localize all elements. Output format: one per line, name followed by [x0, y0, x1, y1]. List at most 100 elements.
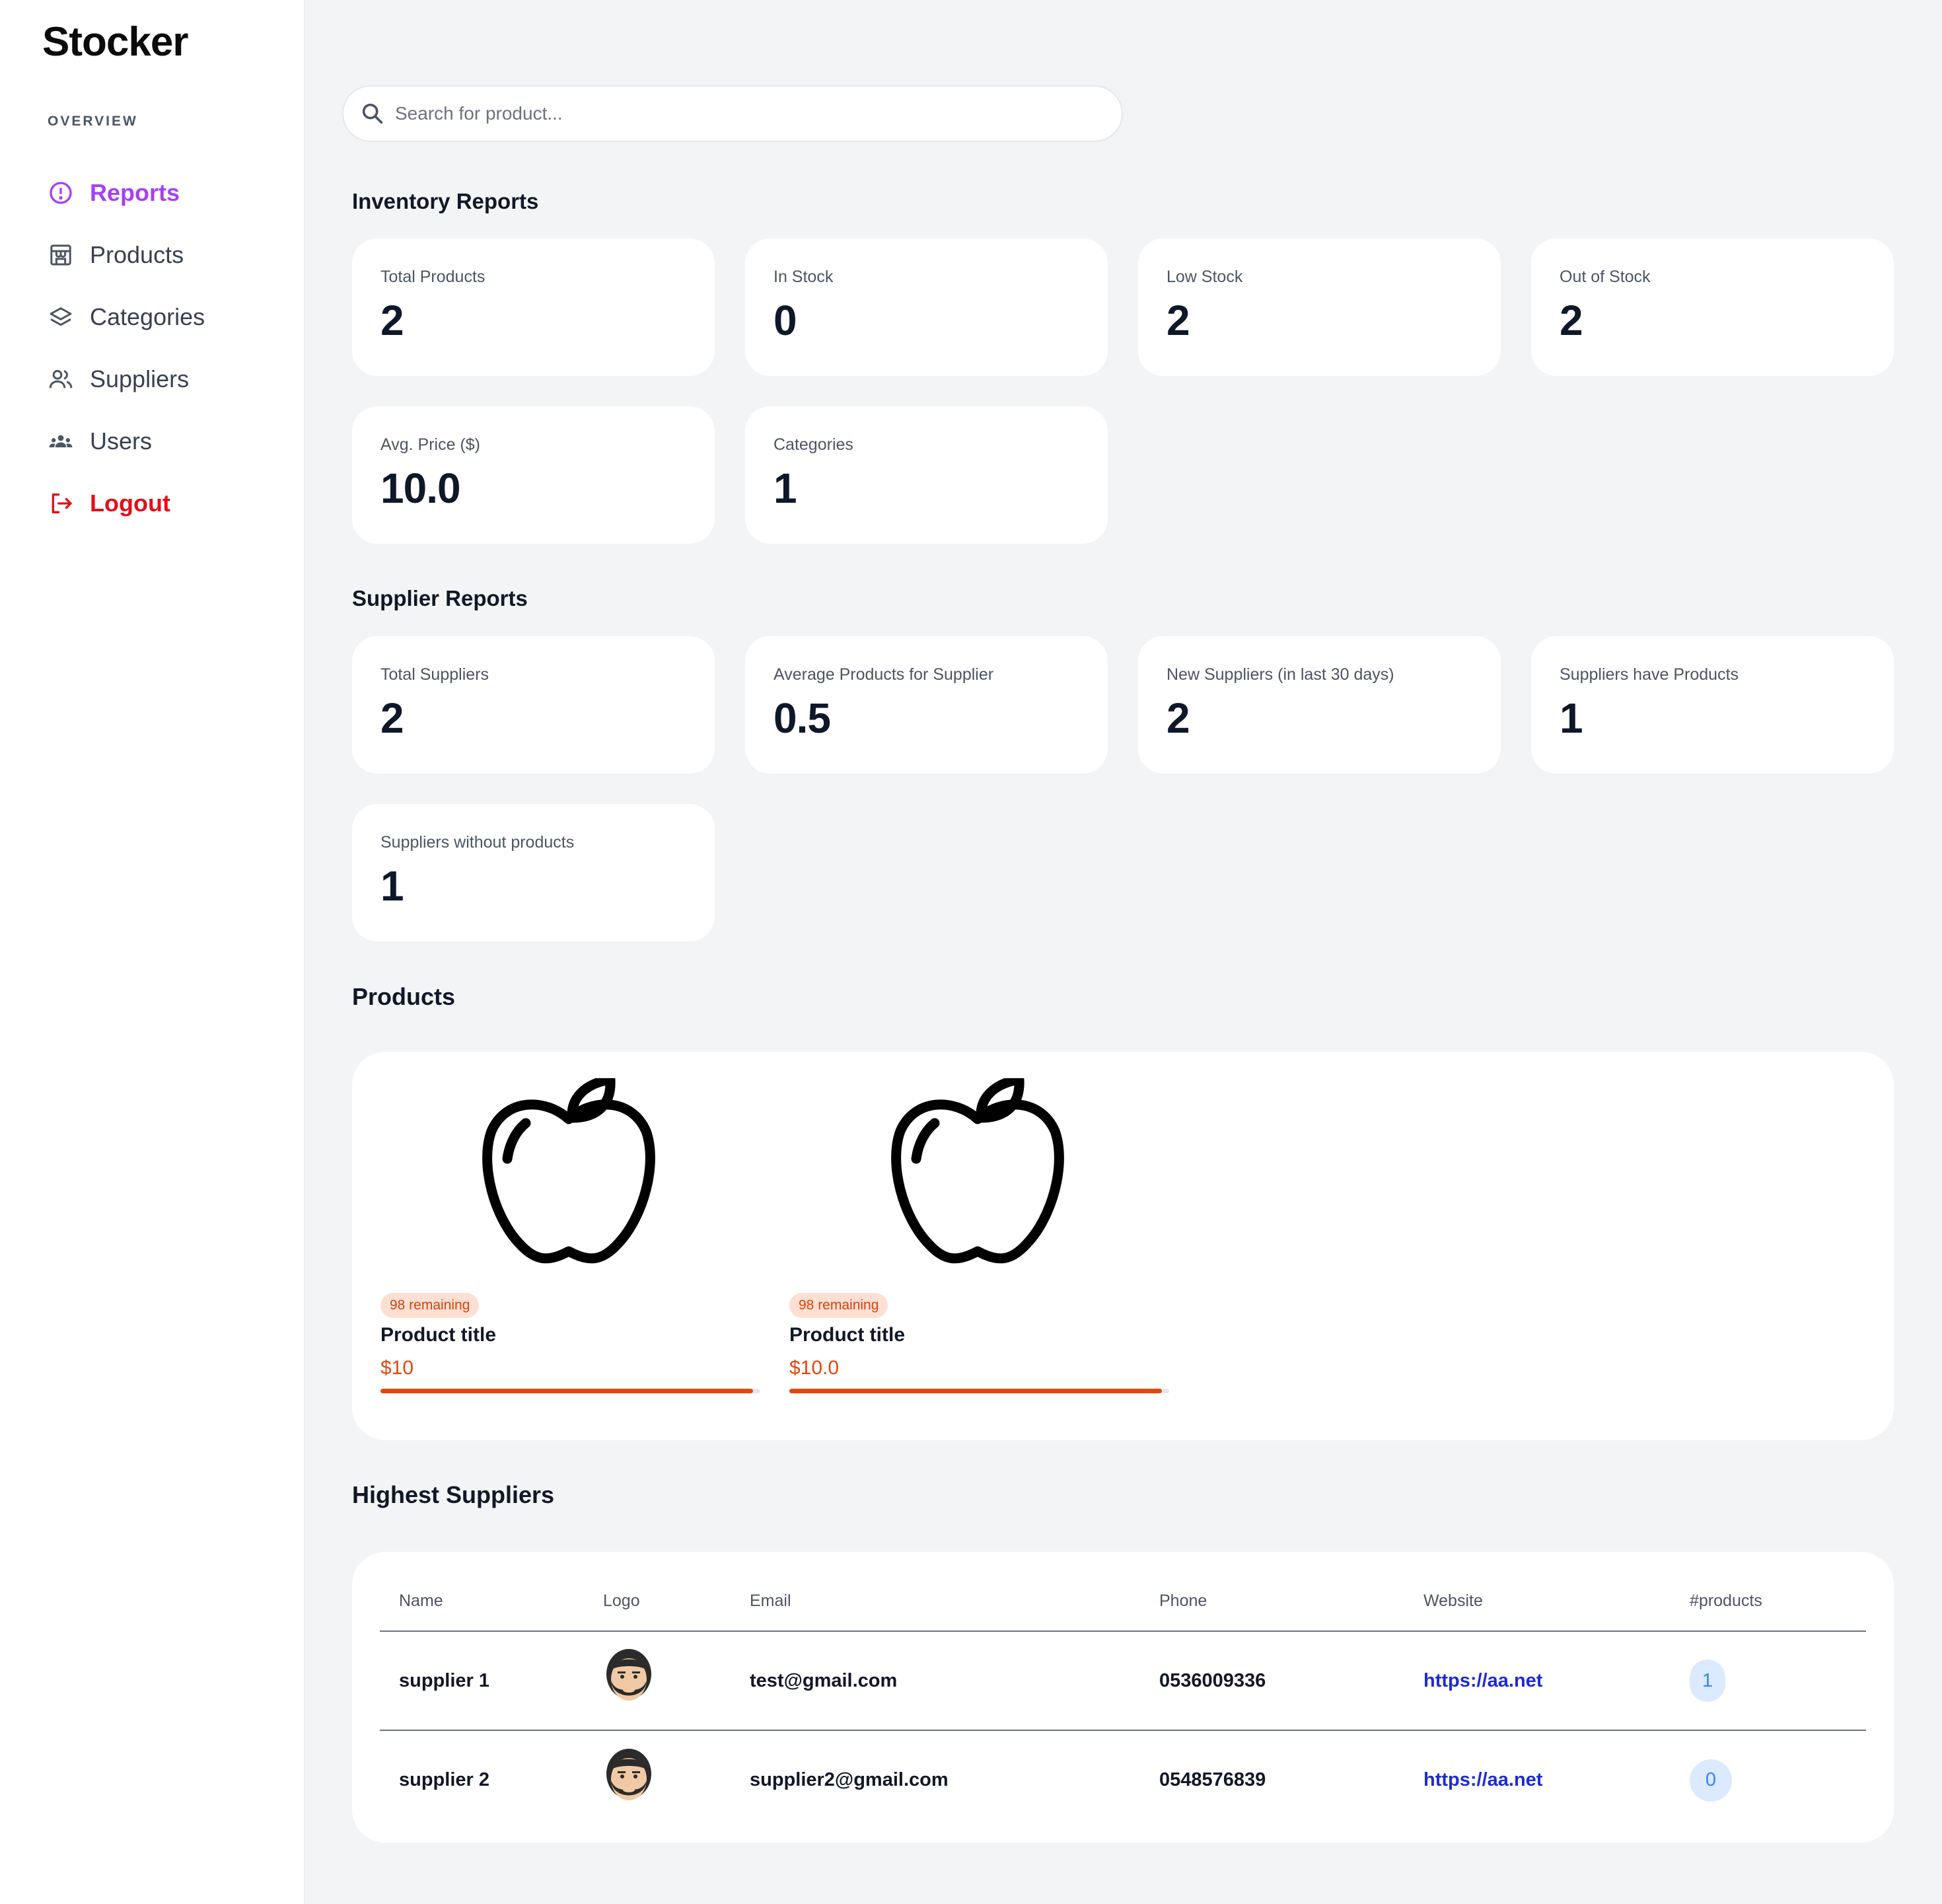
card-suppliers-with-products: Suppliers have Products 1	[1531, 636, 1894, 774]
inventory-reports-title: Inventory Reports	[352, 189, 539, 213]
apple-icon	[482, 1078, 655, 1264]
sidebar-item-categories[interactable]: Categories	[46, 286, 205, 348]
column-header-logo: Logo	[584, 1572, 731, 1632]
sidebar: Stocker OVERVIEW Reports Products Catego…	[0, 0, 305, 1904]
sidebar-nav: Reports Products Categories Suppliers Us…	[46, 162, 205, 534]
card-value: 1	[773, 464, 797, 512]
supplier-email: supplier2@gmail.com	[750, 1769, 949, 1790]
sidebar-item-label: Reports	[90, 179, 180, 206]
supplier-phone: 0536009336	[1140, 1631, 1404, 1731]
stock-progress-bar	[380, 1389, 760, 1393]
alert-circle-icon	[46, 178, 75, 207]
sidebar-item-label: Logout	[90, 490, 170, 517]
supplier-logo-cell	[584, 1631, 731, 1731]
table-row[interactable]: supplier 1 test@gmail.com 0536009336 htt…	[380, 1631, 1866, 1731]
product-count-badge: 0	[1690, 1759, 1732, 1802]
products-panel: 98 remaining Product title $10 98 remain…	[352, 1052, 1894, 1440]
card-value: 2	[380, 694, 404, 742]
supplier-name: supplier 1	[380, 1631, 584, 1731]
supplier-email: test@gmail.com	[731, 1631, 1140, 1731]
supplier-name: supplier 2	[399, 1769, 489, 1790]
bearded-man-avatar-icon	[606, 1748, 651, 1800]
card-new-suppliers: New Suppliers (in last 30 days) 2	[1138, 636, 1501, 774]
stock-progress-bar	[789, 1389, 1169, 1393]
card-value: 2	[1560, 297, 1583, 344]
card-value: 0	[773, 297, 797, 344]
card-value: 1	[1560, 694, 1583, 742]
card-label: Total Suppliers	[380, 665, 489, 684]
card-label: Low Stock	[1167, 268, 1243, 286]
card-label: Categories	[773, 435, 853, 454]
card-avg-price: Avg. Price ($) 10.0	[352, 406, 715, 544]
supplier-products-cell: 0	[1671, 1730, 1866, 1829]
card-total-suppliers: Total Suppliers 2	[352, 636, 715, 774]
column-header-website: Website	[1404, 1572, 1671, 1632]
sidebar-item-label: Categories	[90, 303, 205, 330]
product-title[interactable]: Product title	[380, 1324, 496, 1346]
card-average-products: Average Products for Supplier 0.5	[745, 636, 1108, 774]
card-in-stock: In Stock 0	[745, 238, 1108, 376]
supplier-phone: 0548576839	[1159, 1769, 1266, 1790]
sidebar-item-label: Users	[90, 427, 153, 455]
app-logo[interactable]: Stocker	[42, 18, 188, 65]
sidebar-item-reports[interactable]: Reports	[46, 162, 205, 224]
column-header-email: Email	[731, 1572, 1140, 1632]
bearded-man-avatar-icon	[606, 1649, 651, 1701]
product-price: $10.0	[789, 1357, 840, 1379]
highest-suppliers-title: Highest Suppliers	[352, 1481, 555, 1508]
card-label: Suppliers have Products	[1560, 665, 1739, 684]
sidebar-item-users[interactable]: Users	[46, 410, 205, 472]
product-price: $10	[380, 1357, 414, 1379]
users-icon	[46, 427, 75, 456]
store-icon	[46, 240, 75, 270]
search-input[interactable]	[395, 103, 1095, 124]
card-value: 2	[1167, 694, 1190, 742]
search-icon	[359, 100, 386, 127]
layers-icon	[46, 303, 75, 332]
sidebar-item-products[interactable]: Products	[46, 224, 205, 286]
nav-heading: OVERVIEW	[48, 114, 138, 129]
card-total-products: Total Products 2	[352, 238, 715, 376]
column-header-name: Name	[380, 1572, 584, 1632]
card-value: 1	[380, 862, 404, 910]
card-value: 0.5	[773, 694, 831, 742]
suppliers-table: Name Logo Email Phone Website #products …	[380, 1572, 1866, 1829]
product-title[interactable]: Product title	[789, 1324, 905, 1346]
table-header-row: Name Logo Email Phone Website #products	[380, 1572, 1866, 1632]
card-label: New Suppliers (in last 30 days)	[1167, 665, 1394, 684]
supplier-logo-cell	[584, 1730, 731, 1829]
search-bar[interactable]	[342, 85, 1123, 142]
card-label: Suppliers without products	[380, 833, 575, 852]
apple-icon	[891, 1078, 1064, 1264]
card-label: Average Products for Supplier	[773, 665, 994, 684]
card-value: 2	[380, 297, 404, 344]
sidebar-item-suppliers[interactable]: Suppliers	[46, 348, 205, 410]
stock-badge: 98 remaining	[789, 1293, 888, 1318]
sidebar-item-label: Suppliers	[90, 365, 190, 392]
card-suppliers-without-products: Suppliers without products 1	[352, 804, 715, 941]
supplier-website-cell: https://aa.net	[1404, 1730, 1671, 1829]
card-label: Out of Stock	[1560, 268, 1651, 286]
supplier-website-link[interactable]: https://aa.net	[1423, 1670, 1542, 1691]
column-header-phone: Phone	[1140, 1572, 1404, 1632]
stock-badge: 98 remaining	[380, 1293, 480, 1318]
product-count-badge: 1	[1690, 1660, 1725, 1702]
suppliers-table-panel: Name Logo Email Phone Website #products …	[352, 1552, 1894, 1843]
table-row[interactable]: supplier 2 supplier2@gmail.com 054857683…	[380, 1730, 1866, 1829]
supplier-products-cell: 1	[1671, 1631, 1866, 1731]
sidebar-item-logout[interactable]: Logout	[46, 472, 205, 534]
card-value: 10.0	[380, 464, 461, 512]
column-header-products: #products	[1671, 1572, 1866, 1632]
supplier-website-link[interactable]: https://aa.net	[1423, 1769, 1542, 1790]
card-label: In Stock	[773, 268, 834, 286]
card-low-stock: Low Stock 2	[1138, 238, 1501, 376]
card-label: Avg. Price ($)	[380, 435, 480, 454]
products-title: Products	[352, 983, 456, 1010]
stock-progress-fill	[380, 1389, 753, 1393]
logout-icon	[46, 489, 75, 518]
card-categories: Categories 1	[745, 406, 1108, 544]
stock-progress-fill	[789, 1389, 1162, 1393]
card-label: Total Products	[380, 268, 486, 286]
supplier-website-cell: https://aa.net	[1404, 1631, 1671, 1731]
card-value: 2	[1167, 297, 1190, 344]
